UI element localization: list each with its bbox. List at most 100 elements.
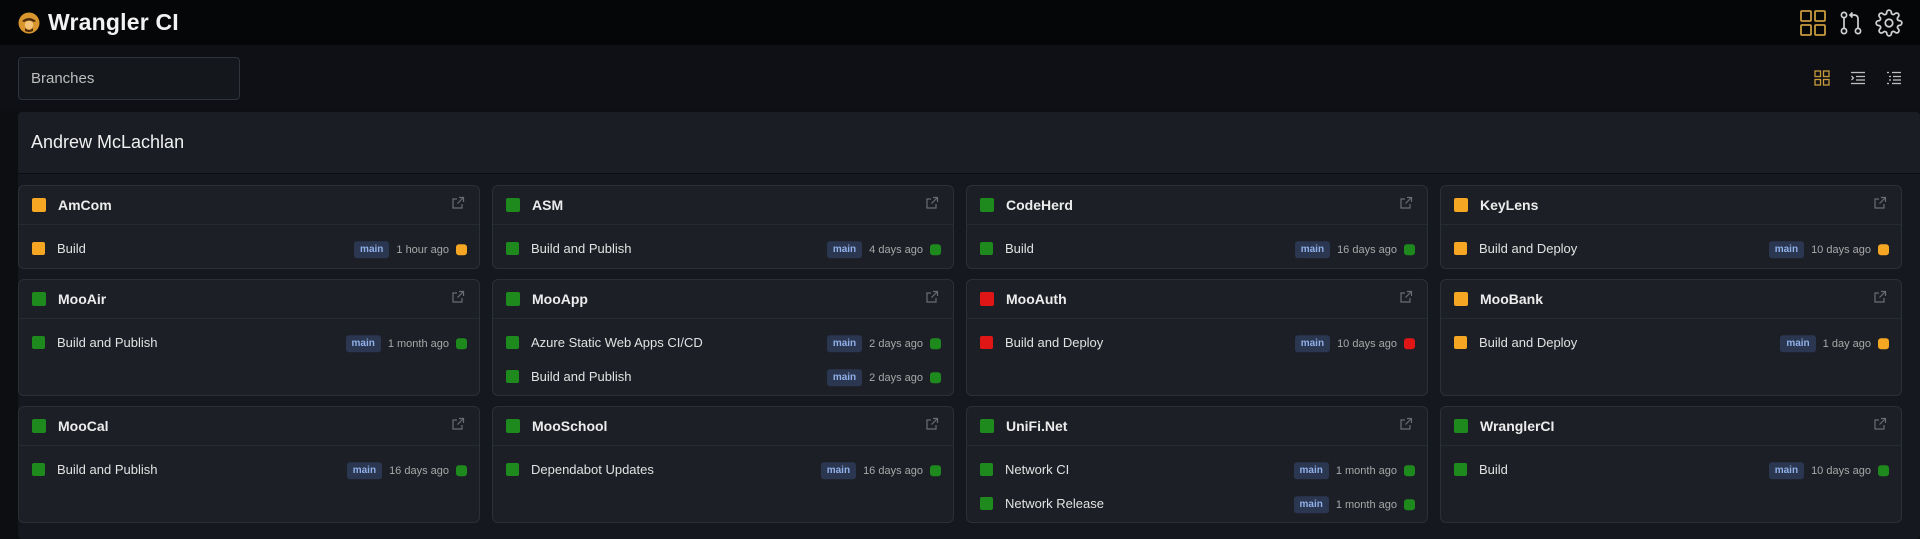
workflow-status-indicator — [506, 369, 519, 383]
repo-status-indicator — [1454, 419, 1468, 433]
run-time-ago: 16 days ago — [863, 464, 923, 477]
workflow-name: Build and Deploy — [1005, 334, 1104, 350]
workflow-row[interactable]: Dependabot Updates main 16 days ago — [493, 452, 953, 486]
workflow-list: Dependabot Updates main 16 days ago — [493, 446, 953, 486]
workflow-name: Build and Deploy — [1479, 334, 1578, 350]
run-status-dot — [1878, 338, 1889, 350]
compact-list-icon[interactable] — [1848, 68, 1868, 88]
repo-card-header: MooAir — [19, 280, 479, 319]
branch-badge: main — [820, 462, 857, 480]
repo-name: AmCom — [58, 197, 112, 213]
run-time-ago: 10 days ago — [1811, 243, 1871, 256]
run-time-ago: 1 hour ago — [396, 243, 449, 256]
workflow-name: Build — [57, 240, 86, 256]
workflow-status-indicator — [980, 241, 993, 255]
grid-view-icon[interactable] — [1812, 68, 1832, 88]
repo-card[interactable]: ASM Build and Publish main 4 days ago — [492, 185, 954, 269]
external-link-icon[interactable] — [1873, 290, 1889, 306]
repo-card-header: MooBank — [1441, 280, 1901, 319]
gear-icon[interactable] — [1874, 8, 1904, 38]
repo-card[interactable]: CodeHerd Build main 16 days ago — [966, 185, 1428, 269]
workflow-row[interactable]: Build main 16 days ago — [967, 231, 1427, 265]
workflow-row[interactable]: Build main 1 hour ago — [19, 231, 479, 265]
workflow-status-indicator — [980, 335, 993, 349]
repo-card[interactable]: MooSchool Dependabot Updates main 16 days a… — [492, 406, 954, 523]
workflow-meta: main 1 hour ago — [354, 241, 467, 259]
external-link-icon[interactable] — [1873, 196, 1889, 212]
run-status-dot — [1878, 465, 1889, 477]
repo-card[interactable]: AmCom Build main 1 hour ago — [18, 185, 480, 269]
workflow-row[interactable]: Azure Static Web Apps CI/CD main 2 days ag… — [493, 325, 953, 359]
external-link-icon[interactable] — [1399, 417, 1415, 433]
workflow-list: Network CI main 1 month ago Network Release… — [967, 446, 1427, 520]
branches-input[interactable] — [18, 57, 240, 100]
repo-card[interactable]: MooCal Build and Publish main 16 days ago — [18, 406, 480, 523]
external-link-icon[interactable] — [1399, 290, 1415, 306]
workflow-status-indicator — [32, 335, 45, 349]
repo-status-indicator — [32, 292, 46, 306]
workflow-status-indicator — [980, 496, 993, 510]
repo-card[interactable]: KeyLens Build and Deploy main 10 days ago — [1440, 185, 1902, 269]
repo-card[interactable]: MooBank Build and Deploy main 1 day ago — [1440, 279, 1902, 396]
external-link-icon[interactable] — [451, 417, 467, 433]
run-status-dot — [930, 244, 941, 256]
repo-status-indicator — [980, 198, 994, 212]
workflow-meta: main 16 days ago — [820, 462, 941, 480]
owner-group-header: Andrew McLachlan — [18, 112, 1920, 174]
workflow-row[interactable]: Build and Deploy main 1 day ago — [1441, 325, 1901, 359]
list-view-icon[interactable] — [1884, 68, 1904, 88]
dashboard-grid-icon[interactable] — [1798, 8, 1828, 38]
run-time-ago: 2 days ago — [869, 337, 923, 350]
external-link-icon[interactable] — [451, 290, 467, 306]
workflow-status-indicator — [1454, 335, 1467, 349]
repo-card[interactable]: MooApp Azure Static Web Apps CI/CD main 2 d… — [492, 279, 954, 396]
repo-name: MooCal — [58, 418, 109, 434]
external-link-icon[interactable] — [925, 417, 941, 433]
workflow-list: Build and Publish main 16 days ago — [19, 446, 479, 486]
workflow-row[interactable]: Network Release main 1 month ago — [967, 486, 1427, 520]
workflow-list: Build and Deploy main 10 days ago — [1441, 225, 1901, 265]
repo-card[interactable]: UniFi.Net Network CI main 1 month ago Networ… — [966, 406, 1428, 523]
run-status-dot — [456, 465, 467, 477]
workflow-list: Build and Deploy main 1 day ago — [1441, 319, 1901, 359]
run-time-ago: 1 month ago — [1335, 498, 1397, 511]
workflow-list: Build and Deploy main 10 days ago — [967, 319, 1427, 359]
workflow-row[interactable]: Build and Publish main 2 days ago — [493, 359, 953, 393]
repo-card[interactable]: MooAir Build and Publish main 1 month ago — [18, 279, 480, 396]
workflow-row[interactable]: Build and Publish main 1 month ago — [19, 325, 479, 359]
external-link-icon[interactable] — [925, 196, 941, 212]
repo-status-indicator — [506, 419, 520, 433]
workflow-name: Network CI — [1005, 461, 1070, 477]
repo-card-header: ASM — [493, 186, 953, 225]
filter-toolbar — [0, 45, 1920, 111]
repo-card-header: KeyLens — [1441, 186, 1901, 225]
run-time-ago: 4 days ago — [869, 243, 923, 256]
workflow-row[interactable]: Build and Publish main 16 days ago — [19, 452, 479, 486]
pull-request-icon[interactable] — [1836, 8, 1866, 38]
external-link-icon[interactable] — [451, 196, 467, 212]
workflow-row[interactable]: Network CI main 1 month ago — [967, 452, 1427, 486]
external-link-icon[interactable] — [925, 290, 941, 306]
workflow-list: Build and Publish main 4 days ago — [493, 225, 953, 265]
repo-card[interactable]: MooAuth Build and Deploy main 10 days ago — [966, 279, 1428, 396]
workflow-row[interactable]: Build and Deploy main 10 days ago — [1441, 231, 1901, 265]
repo-status-indicator — [506, 198, 520, 212]
run-status-dot — [1404, 338, 1415, 350]
repo-name: MooAir — [58, 291, 107, 307]
workflow-row[interactable]: Build and Deploy main 10 days ago — [967, 325, 1427, 359]
workflow-meta: main 1 month ago — [345, 335, 467, 353]
brand[interactable]: Wrangler CI — [16, 9, 179, 36]
workflow-meta: main 16 days ago — [1294, 241, 1415, 259]
branch-badge: main — [1780, 335, 1816, 353]
repo-card[interactable]: WranglerCI Build main 10 days ago — [1440, 406, 1902, 523]
run-time-ago: 16 days ago — [1337, 243, 1397, 256]
external-link-icon[interactable] — [1873, 417, 1889, 433]
repo-status-indicator — [1454, 292, 1468, 306]
external-link-icon[interactable] — [1399, 196, 1415, 212]
repo-status-indicator — [506, 292, 520, 306]
workflow-row[interactable]: Build and Publish main 4 days ago — [493, 231, 953, 265]
repo-name: WranglerCI — [1480, 418, 1555, 434]
run-status-dot — [1404, 499, 1415, 511]
cowboy-logo-icon — [16, 10, 42, 36]
workflow-row[interactable]: Build main 10 days ago — [1441, 452, 1901, 486]
